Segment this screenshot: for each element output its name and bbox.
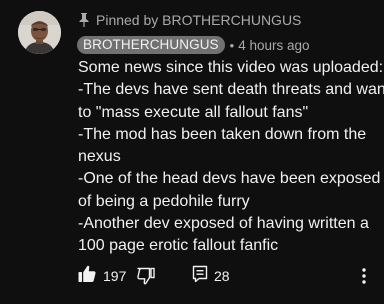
comment-line: Some news since this video was uploaded:	[78, 59, 384, 76]
reply-count: 28	[214, 268, 230, 284]
pinned-indicator: Pinned by BROTHERCHUNGUS	[78, 12, 301, 28]
comment-line: -One of the head devs have been exposed	[78, 170, 381, 188]
avatar-image	[18, 11, 61, 54]
pin-icon	[78, 12, 90, 28]
comment-actions: 197 28	[0, 264, 384, 288]
more-options-button[interactable]	[356, 266, 372, 286]
like-count: 197	[103, 268, 127, 284]
avatar[interactable]	[18, 11, 61, 54]
comment-line: of being a pedohile furry	[78, 192, 250, 210]
comment-line: nexus	[78, 148, 121, 166]
comment-line: -The mod has been taken down from the	[78, 125, 367, 143]
comment-line: -Another dev exposed of having written a	[78, 215, 369, 233]
pinned-label: Pinned by BROTHERCHUNGUS	[96, 12, 302, 28]
pinned-comment: Pinned by BROTHERCHUNGUS BROTHERCHUNGUS …	[0, 0, 384, 304]
reply-icon	[191, 264, 209, 289]
comment-line: to "mass execute all fallout fans"	[78, 103, 309, 121]
more-vertical-icon	[356, 268, 372, 290]
comment-header: BROTHERCHUNGUS • 4 hours ago	[77, 35, 310, 55]
thumbs-down-icon	[136, 267, 156, 290]
separator-dot: •	[229, 37, 235, 53]
author-name[interactable]: BROTHERCHUNGUS	[77, 36, 225, 54]
comment-body: Some news since this video was uploaded:…	[78, 57, 384, 258]
dislike-button[interactable]	[136, 266, 156, 286]
reply-button[interactable]: 28	[191, 264, 230, 288]
comment-timestamp[interactable]: 4 hours ago	[238, 38, 309, 53]
thumbs-up-icon	[77, 264, 97, 289]
like-button[interactable]: 197	[77, 264, 126, 288]
comment-line: 100 page erotic fallout fanfic	[78, 237, 279, 255]
comment-line: -The devs have sent death threats and wa…	[78, 81, 384, 99]
